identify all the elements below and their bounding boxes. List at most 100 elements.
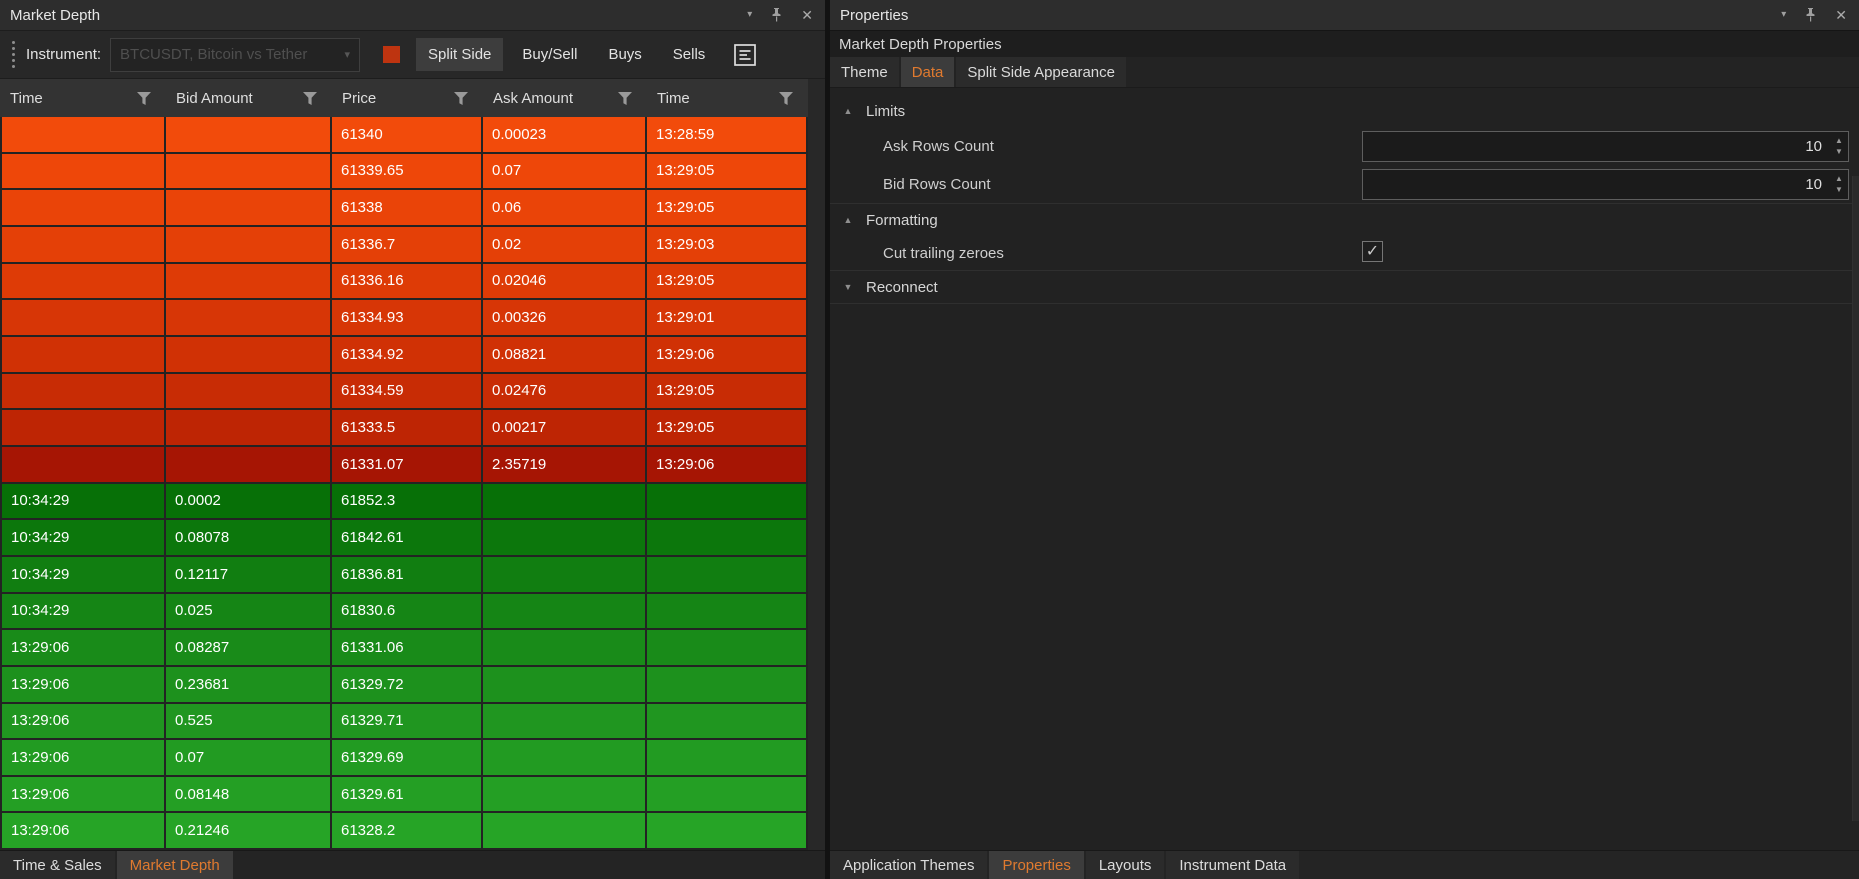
cell-bid-amount <box>166 154 332 191</box>
depth-row-ask[interactable]: 613380.0613:29:05 <box>0 190 825 227</box>
cut-trailing-zeroes-label: Cut trailing zeroes <box>883 245 1004 262</box>
spinner-down-icon[interactable]: ▼ <box>1835 186 1843 194</box>
vertical-scrollbar[interactable] <box>1852 176 1859 821</box>
row-gutter <box>808 154 825 191</box>
depth-row-ask[interactable]: 61331.072.3571913:29:06 <box>0 447 825 484</box>
column-header-ask-amount[interactable]: Ask Amount <box>483 79 647 117</box>
depth-row-ask[interactable]: 61336.160.0204613:29:05 <box>0 264 825 301</box>
view-button-buys[interactable]: Buys <box>596 38 653 71</box>
depth-row-ask[interactable]: 61334.920.0882113:29:06 <box>0 337 825 374</box>
properties-titlebar: Properties ▾ ✕ <box>830 0 1859 30</box>
depth-row-ask[interactable]: 61333.50.0021713:29:05 <box>0 410 825 447</box>
depth-row-ask[interactable]: 61336.70.0213:29:03 <box>0 227 825 264</box>
depth-row-bid[interactable]: 10:34:290.02561830.6 <box>0 594 825 631</box>
properties-tabs: ThemeDataSplit Side Appearance <box>830 57 1859 88</box>
market-depth-panel: Market Depth ▾ ✕ Instrument: BTCUSDT, Bi… <box>0 0 825 879</box>
tab-instrument-data[interactable]: Instrument Data <box>1166 851 1299 879</box>
pin-icon[interactable] <box>771 8 782 22</box>
tab-layouts[interactable]: Layouts <box>1086 851 1165 879</box>
column-header-price[interactable]: Price <box>332 79 483 117</box>
cell-ask-amount <box>483 740 647 777</box>
cell-price: 61329.61 <box>332 777 483 814</box>
view-button-sells[interactable]: Sells <box>661 38 718 71</box>
column-header-bid-amount[interactable]: Bid Amount <box>166 79 332 117</box>
cell-bid-amount: 0.08148 <box>166 777 332 814</box>
depth-row-bid[interactable]: 13:29:060.0828761331.06 <box>0 630 825 667</box>
properties-subtitle: Market Depth Properties <box>830 30 1859 57</box>
column-header-time-left[interactable]: Time <box>0 79 166 117</box>
spinner-up-icon[interactable]: ▲ <box>1835 175 1843 183</box>
cut-trailing-zeroes-checkbox[interactable]: ✓ <box>1362 241 1383 262</box>
row-gutter <box>808 117 825 154</box>
depth-row-bid[interactable]: 10:34:290.1211761836.81 <box>0 557 825 594</box>
pin-icon[interactable] <box>1805 8 1816 22</box>
cell-time-right <box>647 520 808 557</box>
bid-rows-count-input[interactable]: 10 ▲ ▼ <box>1362 169 1849 200</box>
tab-data[interactable]: Data <box>901 57 955 87</box>
depth-row-ask[interactable]: 613400.0002313:28:59 <box>0 117 825 154</box>
check-icon: ✓ <box>1366 244 1379 260</box>
panel-menu-caret-icon[interactable]: ▾ <box>747 10 752 20</box>
tab-application-themes[interactable]: Application Themes <box>830 851 987 879</box>
view-button-buy-sell[interactable]: Buy/Sell <box>510 38 589 71</box>
cell-time-right: 13:29:05 <box>647 410 808 447</box>
cell-time-left: 10:34:29 <box>0 557 166 594</box>
depth-row-ask[interactable]: 61339.650.0713:29:05 <box>0 154 825 191</box>
section-formatting[interactable]: ▲ Formatting <box>830 204 1859 236</box>
section-limits[interactable]: ▲ Limits <box>830 95 1859 127</box>
cell-ask-amount: 0.06 <box>483 190 647 227</box>
tab-properties[interactable]: Properties <box>989 851 1083 879</box>
tab-split-side-appearance[interactable]: Split Side Appearance <box>956 57 1126 87</box>
cell-ask-amount: 0.00217 <box>483 410 647 447</box>
cell-bid-amount <box>166 410 332 447</box>
depth-row-bid[interactable]: 10:34:290.000261852.3 <box>0 484 825 521</box>
tab-market-depth[interactable]: Market Depth <box>117 851 233 879</box>
settings-list-button[interactable] <box>730 40 760 70</box>
chevron-down-icon: ▾ <box>345 48 351 61</box>
depth-row-bid[interactable]: 13:29:060.0761329.69 <box>0 740 825 777</box>
cell-ask-amount <box>483 484 647 521</box>
depth-row-bid[interactable]: 13:29:060.2368161329.72 <box>0 667 825 704</box>
cell-time-left: 10:34:29 <box>0 520 166 557</box>
depth-row-bid[interactable]: 13:29:060.2124661328.2 <box>0 813 825 850</box>
section-reconnect[interactable]: ▼ Reconnect <box>830 271 1859 303</box>
ask-rows-count-input[interactable]: 10 ▲ ▼ <box>1362 131 1849 162</box>
cell-price: 61329.71 <box>332 704 483 741</box>
row-gutter <box>808 520 825 557</box>
view-button-split-side[interactable]: Split Side <box>416 38 503 71</box>
depth-row-bid[interactable]: 13:29:060.52561329.71 <box>0 704 825 741</box>
bid-rows-count-row: Bid Rows Count 10 ▲ ▼ <box>830 165 1859 203</box>
spinner-down-icon[interactable]: ▼ <box>1835 148 1843 156</box>
tab-theme[interactable]: Theme <box>830 57 899 87</box>
close-icon[interactable]: ✕ <box>801 8 813 22</box>
panel-title: Market Depth <box>10 7 100 24</box>
cell-time-right <box>647 740 808 777</box>
stop-square-icon <box>383 46 400 63</box>
tab-time-sales[interactable]: Time & Sales <box>0 851 115 879</box>
depth-row-bid[interactable]: 10:34:290.0807861842.61 <box>0 520 825 557</box>
filter-funnel-icon[interactable] <box>137 92 151 105</box>
column-header-time-right[interactable]: Time <box>647 79 808 117</box>
row-gutter <box>808 227 825 264</box>
cell-price: 61333.5 <box>332 410 483 447</box>
panel-menu-caret-icon[interactable]: ▾ <box>1781 10 1786 20</box>
row-gutter <box>808 190 825 227</box>
stop-button[interactable] <box>376 40 406 70</box>
instrument-combobox[interactable]: BTCUSDT, Bitcoin vs Tether ▾ <box>110 38 360 72</box>
depth-row-bid[interactable]: 13:29:060.0814861329.61 <box>0 777 825 814</box>
cell-time-right: 13:28:59 <box>647 117 808 154</box>
depth-row-ask[interactable]: 61334.930.0032613:29:01 <box>0 300 825 337</box>
cell-time-right: 13:29:05 <box>647 374 808 411</box>
filter-funnel-icon[interactable] <box>303 92 317 105</box>
filter-funnel-icon[interactable] <box>454 92 468 105</box>
filter-funnel-icon[interactable] <box>779 92 793 105</box>
cell-price: 61340 <box>332 117 483 154</box>
cell-time-left <box>0 410 166 447</box>
depth-row-ask[interactable]: 61334.590.0247613:29:05 <box>0 374 825 411</box>
close-icon[interactable]: ✕ <box>1835 8 1847 22</box>
cell-bid-amount: 0.07 <box>166 740 332 777</box>
toolbar-drag-handle[interactable] <box>0 41 26 68</box>
spinner-up-icon[interactable]: ▲ <box>1835 137 1843 145</box>
cell-bid-amount: 0.12117 <box>166 557 332 594</box>
filter-funnel-icon[interactable] <box>618 92 632 105</box>
